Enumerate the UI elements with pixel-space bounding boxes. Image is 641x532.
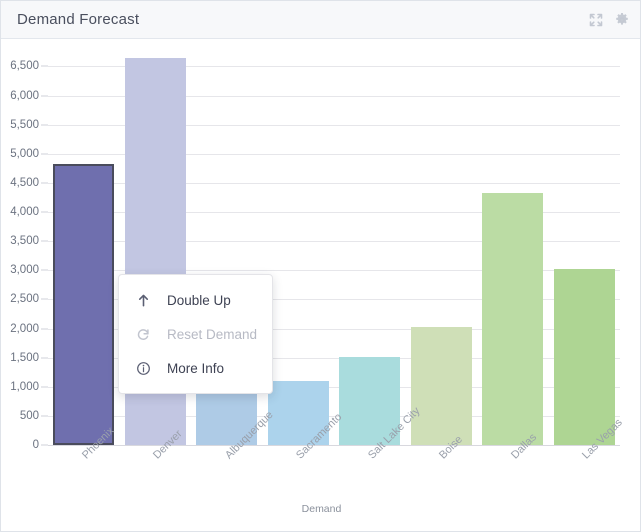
x-axis-tick-label: Albuquerque	[222, 408, 276, 462]
x-axis-tick-label: Phoenix	[79, 424, 117, 462]
menu-item-label: More Info	[167, 360, 225, 376]
x-axis-tick-label: Denver	[151, 427, 185, 462]
x-axis-tick-label: Sacramento	[294, 411, 345, 462]
x-axis-tick-label: Las Vegas	[580, 416, 626, 462]
expand-icon[interactable]	[588, 12, 604, 28]
demand-forecast-card: Demand Forecast 0 500 1,000 1,500 2,000 2,500…	[0, 0, 641, 532]
chart-axis-labels: Phoenix Denver Albuquerque Sacramento Salt L…	[1, 39, 640, 531]
reset-icon	[133, 324, 153, 344]
menu-item-label: Double Up	[167, 292, 231, 308]
chart-plot-area: 0 500 1,000 1,500 2,000 2,500 3,000 3,500 4,000 4…	[1, 39, 640, 531]
menu-item-more-info[interactable]: More Info	[119, 351, 272, 385]
header-actions	[588, 1, 630, 39]
x-axis-tick-label: Dallas	[508, 431, 539, 462]
x-axis-tick-label: Salt Lake City	[365, 405, 423, 462]
menu-item-double-up[interactable]: Double Up	[119, 283, 272, 317]
menu-item-label: Reset Demand	[167, 326, 258, 342]
x-axis-tick-label: Boise	[437, 433, 466, 462]
card-header: Demand Forecast	[1, 1, 640, 39]
info-circle-icon	[133, 358, 153, 378]
context-menu: Double Up Reset Demand More Info	[118, 274, 273, 394]
arrow-up-icon	[133, 290, 153, 310]
gear-icon[interactable]	[614, 12, 630, 28]
menu-item-reset-demand: Reset Demand	[119, 317, 272, 351]
page-title: Demand Forecast	[17, 11, 140, 28]
x-axis-title: Demand	[301, 503, 342, 515]
